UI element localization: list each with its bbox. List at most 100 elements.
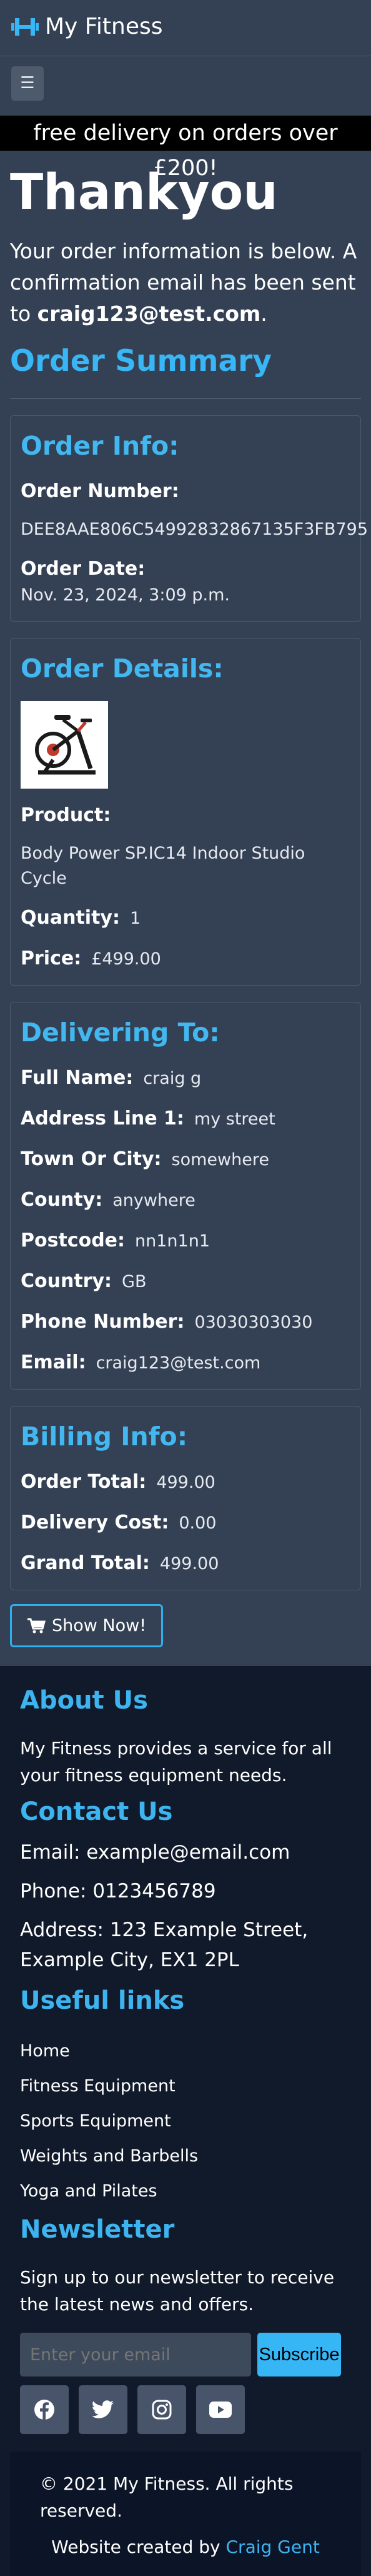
price-value: £499.00 <box>91 949 161 969</box>
price-label: Price: <box>21 947 82 969</box>
exercise-bike-icon <box>35 715 96 775</box>
delivery-field-label: Full Name: <box>21 1067 134 1089</box>
main-content: Thankyou Your order information is below… <box>0 164 371 1666</box>
delivery-field-value: somewhere <box>171 1150 269 1169</box>
copyright-text: © 2021 My Fitness. All rights reserved. <box>40 2473 294 2521</box>
footer-link-home[interactable]: Home <box>20 2034 351 2069</box>
social-links <box>20 2385 351 2434</box>
order-total-row: Order Total: 499.00 <box>21 1469 350 1496</box>
order-total-label: Order Total: <box>21 1471 147 1493</box>
facebook-icon <box>34 2400 54 2420</box>
subscribe-button[interactable]: Subscribe <box>257 2333 341 2376</box>
delivering-card: Delivering To: Full Name: craig g Addres… <box>10 1002 361 1390</box>
billing-heading: Billing Info: <box>21 1422 188 1452</box>
delivery-field-label: Country: <box>21 1270 112 1292</box>
navbar: My Fitness <box>0 0 371 56</box>
order-number-label: Order Number: <box>21 480 179 502</box>
order-info-card: Order Info: Order Number: DEE8AAE806C549… <box>10 415 369 622</box>
grand-total-row: Grand Total: 499.00 <box>21 1550 350 1577</box>
cart-icon <box>27 1618 46 1633</box>
grand-total-value: 499.00 <box>159 1554 219 1573</box>
delivery-field-row: Phone Number: 03030303030 <box>21 1309 350 1336</box>
delivery-field-row: Address Line 1: my street <box>21 1106 350 1133</box>
grand-total-label: Grand Total: <box>21 1552 150 1574</box>
delivery-field-row: Full Name: craig g <box>21 1065 350 1092</box>
facebook-button[interactable] <box>20 2385 69 2434</box>
order-details-card: Order Details: Product: Body Power SP.IC… <box>10 638 361 986</box>
delivery-field-label: Phone Number: <box>21 1311 185 1333</box>
twitter-icon <box>92 2400 114 2418</box>
divider <box>10 398 361 399</box>
page-title: Thankyou <box>10 164 278 221</box>
newsletter-email-input[interactable] <box>20 2333 251 2376</box>
delivery-field-value: craig123@test.com <box>96 1353 261 1373</box>
credit-author-link[interactable]: Craig Gent <box>226 2537 320 2557</box>
about-heading: About Us <box>20 1686 148 1715</box>
delivery-banner: free delivery on orders over £200! <box>0 116 371 181</box>
twitter-button[interactable] <box>79 2385 127 2434</box>
contact-email: Email: example@email.com <box>20 1841 290 1864</box>
delivery-field-label: County: <box>21 1189 103 1211</box>
menu-row: ☰ <box>0 56 371 116</box>
order-info-heading: Order Info: <box>21 431 179 461</box>
delivery-field-label: Address Line 1: <box>21 1108 184 1129</box>
credit-prefix: Website created by <box>51 2537 220 2557</box>
product-label: Product: <box>21 804 111 826</box>
delivery-field-value: nn1n1n1 <box>135 1231 210 1251</box>
delivery-field-row: County: anywhere <box>21 1187 350 1214</box>
delivery-field-value: anywhere <box>112 1191 195 1210</box>
footer-link-yoga-pilates[interactable]: Yoga and Pilates <box>20 2174 351 2209</box>
order-date-row: Order Date: Nov. 23, 2024, 3:09 p.m. <box>21 556 350 609</box>
order-summary-heading: Order Summary <box>10 344 272 378</box>
intro-text: Your order information is below. A confi… <box>10 239 357 326</box>
credit-line: Website created by Craig Gent <box>40 2537 331 2557</box>
product-value: Body Power SP.IC14 Indoor Studio Cycle <box>21 844 305 888</box>
delivery-field-value: craig g <box>143 1069 202 1088</box>
youtube-button[interactable] <box>196 2385 245 2434</box>
delivery-cost-label: Delivery Cost: <box>21 1512 169 1533</box>
order-total-value: 499.00 <box>156 1473 215 1492</box>
contact-heading: Contact Us <box>20 1797 173 1826</box>
footer-link-sports-equipment[interactable]: Sports Equipment <box>20 2104 351 2139</box>
newsletter-heading: Newsletter <box>20 2215 175 2244</box>
quantity-row: Quantity: 1 <box>21 905 350 932</box>
product-image <box>21 701 108 789</box>
brand-name: My Fitness <box>45 14 163 39</box>
footer-link-weights-barbells[interactable]: Weights and Barbells <box>20 2139 351 2174</box>
delivery-field-value: 03030303030 <box>194 1313 313 1332</box>
delivery-field-value: my street <box>194 1109 275 1129</box>
price-row: Price: £499.00 <box>21 946 350 972</box>
billing-card: Billing Info: Order Total: 499.00 Delive… <box>10 1406 361 1590</box>
copyright-section: © 2021 My Fitness. All rights reserved. … <box>10 2452 361 2576</box>
footer-link-fitness-equipment[interactable]: Fitness Equipment <box>20 2069 351 2104</box>
order-number-value: DEE8AAE806C54992832867135F3FB795 <box>21 520 369 539</box>
show-now-button[interactable]: Show Now! <box>10 1604 164 1647</box>
delivery-field-label: Email: <box>21 1351 86 1373</box>
order-details-heading: Order Details: <box>21 654 224 684</box>
order-date-label: Order Date: <box>21 558 146 580</box>
about-text: My Fitness provides a service for all yo… <box>20 1738 332 1786</box>
delivery-field-row: Country: GB <box>21 1268 350 1295</box>
contact-address: Address: 123 Example Street, Example Cit… <box>20 1919 309 1971</box>
useful-links-heading: Useful links <box>20 1986 185 2015</box>
delivery-field-row: Town Or City: somewhere <box>21 1146 350 1173</box>
order-date-value: Nov. 23, 2024, 3:09 p.m. <box>21 585 230 605</box>
delivery-field-value: GB <box>122 1272 147 1291</box>
contact-phone: Phone: 0123456789 <box>20 1880 216 1902</box>
intro-email: craig123@test.com <box>37 301 261 326</box>
delivery-cost-value: 0.00 <box>179 1513 217 1533</box>
instagram-icon <box>152 2400 172 2420</box>
hamburger-icon: ☰ <box>20 74 35 93</box>
menu-toggle-button[interactable]: ☰ <box>11 66 44 101</box>
delivery-field-label: Town Or City: <box>21 1148 162 1170</box>
instagram-button[interactable] <box>137 2385 186 2434</box>
quantity-value: 1 <box>129 909 141 928</box>
brand-link[interactable]: My Fitness <box>11 14 360 39</box>
footer: About Us My Fitness provides a service f… <box>0 1666 371 2576</box>
newsletter-form: Subscribe <box>20 2333 351 2376</box>
delivery-cost-row: Delivery Cost: 0.00 <box>21 1510 350 1537</box>
delivery-field-row: Email: craig123@test.com <box>21 1350 350 1376</box>
delivery-field-row: Postcode: nn1n1n1 <box>21 1228 350 1255</box>
delivering-heading: Delivering To: <box>21 1018 220 1048</box>
show-now-label: Show Now! <box>52 1616 147 1635</box>
